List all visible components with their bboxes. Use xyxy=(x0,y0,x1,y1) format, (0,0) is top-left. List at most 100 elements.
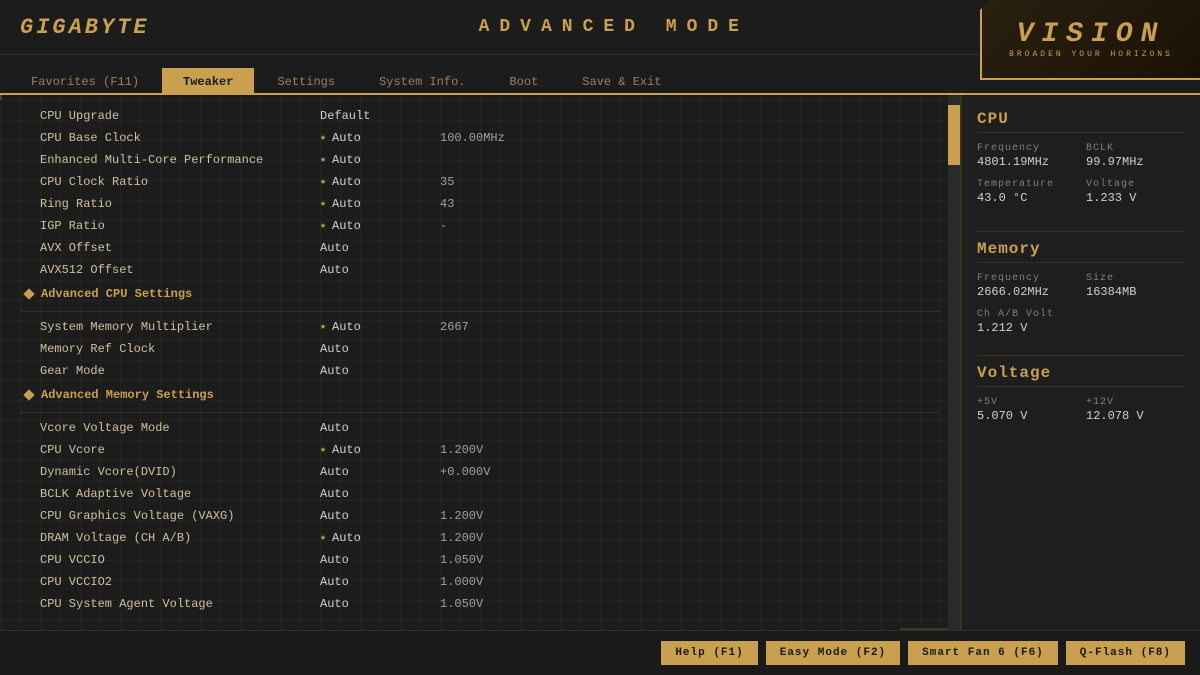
setting-extra-dvid: +0.000V xyxy=(440,465,490,479)
vision-tagline: BROADEN YOUR HORIZONS xyxy=(1009,50,1173,59)
setting-value-cpu-upgrade: Default xyxy=(320,109,440,123)
scrollbar-thumb[interactable] xyxy=(948,105,960,165)
tab-boot[interactable]: Boot xyxy=(488,68,559,95)
sidebar-cpu-freq-value: 4801.19MHz xyxy=(977,155,1076,169)
list-item[interactable]: CPU Vcore ★ Auto 1.200V xyxy=(0,439,960,461)
sidebar-divider xyxy=(977,355,1185,356)
star-icon: ★ xyxy=(320,176,326,188)
logo-area: GIGABYTE xyxy=(0,7,170,48)
star-icon: ★ xyxy=(320,532,326,544)
list-item[interactable]: CPU Upgrade Default xyxy=(0,105,960,127)
setting-label-igp-ratio: IGP Ratio xyxy=(40,219,320,233)
setting-value-dram-volt: ★ Auto xyxy=(320,531,440,545)
separator xyxy=(20,311,940,312)
help-button[interactable]: Help (F1) xyxy=(661,641,757,665)
sidebar-cpu-volt-value: 1.233 V xyxy=(1086,191,1185,205)
sidebar-cpu-bclk-label: BCLK xyxy=(1086,143,1185,154)
list-item[interactable]: AVX Offset Auto xyxy=(0,237,960,259)
tab-sysinfo[interactable]: System Info. xyxy=(358,68,486,95)
list-item[interactable]: CPU Clock Ratio ★ Auto 35 xyxy=(0,171,960,193)
tab-favorites[interactable]: Favorites (F11) xyxy=(10,68,160,95)
list-item[interactable]: Enhanced Multi-Core Performance ★ Auto xyxy=(0,149,960,171)
setting-label-sys-agent-volt: CPU System Agent Voltage xyxy=(40,597,320,611)
list-item[interactable]: Gear Mode Auto xyxy=(0,360,960,382)
sidebar-cpu-freq-label: Frequency xyxy=(977,143,1076,154)
brand-logo: GIGABYTE xyxy=(20,15,150,40)
list-item[interactable]: BCLK Adaptive Voltage Auto xyxy=(0,483,960,505)
main-content: CPU Upgrade Default CPU Base Clock ★ Aut… xyxy=(0,95,960,630)
sidebar-cpu-freq: Frequency 4801.19MHz xyxy=(977,143,1076,169)
sidebar-mem-size-value: 16384MB xyxy=(1086,285,1185,299)
tab-tweaker[interactable]: Tweaker xyxy=(162,68,254,95)
star-icon: ★ xyxy=(320,220,326,232)
sidebar-cpu-temp-label: Temperature xyxy=(977,179,1076,190)
list-item[interactable]: DRAM Voltage (CH A/B) ★ Auto 1.200V xyxy=(0,527,960,549)
setting-extra-igp-ratio: - xyxy=(440,219,447,233)
sidebar-mem-freq-value: 2666.02MHz xyxy=(977,285,1076,299)
list-item[interactable]: System Memory Multiplier ★ Auto 2667 xyxy=(0,316,960,338)
list-item[interactable]: Vcore Voltage Mode Auto xyxy=(0,417,960,439)
section-header-cpu[interactable]: Advanced CPU Settings xyxy=(0,281,960,307)
easy-mode-button[interactable]: Easy Mode (F2) xyxy=(766,641,900,665)
sidebar-cpu-temp-value: 43.0 °C xyxy=(977,191,1076,205)
sidebar-cpu-bclk-value: 99.97MHz xyxy=(1086,155,1185,169)
list-item[interactable]: IGP Ratio ★ Auto - xyxy=(0,215,960,237)
setting-label-gear-mode: Gear Mode xyxy=(40,364,320,378)
setting-label-ring-ratio: Ring Ratio xyxy=(40,197,320,211)
setting-label-dram-volt: DRAM Voltage (CH A/B) xyxy=(40,531,320,545)
setting-extra-cpu-vcore: 1.200V xyxy=(440,443,483,457)
sidebar-cpu-title: CPU xyxy=(977,110,1185,133)
list-item[interactable]: Memory Ref Clock Auto xyxy=(0,338,960,360)
setting-label-vaxg: CPU Graphics Voltage (VAXG) xyxy=(40,509,320,523)
list-item[interactable]: AVX512 Offset Auto xyxy=(0,259,960,281)
setting-label-dvid: Dynamic Vcore(DVID) xyxy=(40,465,320,479)
list-item[interactable]: CPU Base Clock ★ Auto 100.00MHz xyxy=(0,127,960,149)
tab-settings[interactable]: Settings xyxy=(256,68,356,95)
list-item[interactable]: CPU System Agent Voltage Auto 1.050V xyxy=(0,593,960,615)
setting-value-vccio2: Auto xyxy=(320,575,440,589)
sidebar-mem-freq-label: Frequency xyxy=(977,273,1076,284)
setting-label-mem-ref-clock: Memory Ref Clock xyxy=(40,342,320,356)
qflash-button[interactable]: Q-Flash (F8) xyxy=(1066,641,1185,665)
vision-brand-text: VISION xyxy=(1017,19,1166,50)
list-item[interactable]: CPU VCCIO Auto 1.050V xyxy=(0,549,960,571)
scrollbar[interactable] xyxy=(948,95,960,630)
setting-label-cpu-vcore: CPU Vcore xyxy=(40,443,320,457)
setting-extra-vccio: 1.050V xyxy=(440,553,483,567)
section-header-memory[interactable]: Advanced Memory Settings xyxy=(0,382,960,408)
list-item[interactable]: CPU Graphics Voltage (VAXG) Auto 1.200V xyxy=(0,505,960,527)
setting-extra-vccio2: 1.000V xyxy=(440,575,483,589)
section-label-memory: Advanced Memory Settings xyxy=(41,388,214,402)
sidebar-mem-freq: Frequency 2666.02MHz xyxy=(977,273,1076,299)
section-bullet-icon xyxy=(23,288,34,299)
setting-extra-vaxg: 1.200V xyxy=(440,509,483,523)
sidebar-divider xyxy=(977,231,1185,232)
setting-value-dvid: Auto xyxy=(320,465,440,479)
sidebar-mem-chvolt-value: 1.212 V xyxy=(977,321,1185,335)
list-item[interactable]: Ring Ratio ★ Auto 43 xyxy=(0,193,960,215)
setting-label-vcore-mode: Vcore Voltage Mode xyxy=(40,421,320,435)
setting-value-sys-agent-volt: Auto xyxy=(320,597,440,611)
setting-extra-mem-mult: 2667 xyxy=(440,320,469,334)
section-bullet-icon xyxy=(23,389,34,400)
setting-extra-cpu-base-clock: 100.00MHz xyxy=(440,131,505,145)
list-item[interactable]: CPU VCCIO2 Auto 1.000V xyxy=(0,571,960,593)
setting-label-enhanced-mc: Enhanced Multi-Core Performance xyxy=(40,153,320,167)
sidebar-mem-size: Size 16384MB xyxy=(1086,273,1185,299)
sidebar-voltage-title: Voltage xyxy=(977,364,1185,387)
setting-value-cpu-vcore: ★ Auto xyxy=(320,443,440,457)
setting-value-avx512-offset: Auto xyxy=(320,263,440,277)
setting-extra-dram-volt: 1.200V xyxy=(440,531,483,545)
star-icon: ★ xyxy=(320,321,326,333)
tab-save-exit[interactable]: Save & Exit xyxy=(561,68,682,95)
sidebar-volt-12v-value: 12.078 V xyxy=(1086,409,1185,423)
sidebar-mem-size-label: Size xyxy=(1086,273,1185,284)
setting-label-avx-offset: AVX Offset xyxy=(40,241,320,255)
sidebar-volt-5v-value: 5.070 V xyxy=(977,409,1076,423)
sidebar-memory-section: Memory Frequency 2666.02MHz Size 16384MB… xyxy=(977,240,1185,335)
setting-value-cpu-base-clock: ★ Auto xyxy=(320,131,440,145)
smart-fan-button[interactable]: Smart Fan 6 (F6) xyxy=(908,641,1058,665)
sidebar-volt-12v-label: +12V xyxy=(1086,397,1185,408)
list-item[interactable]: Dynamic Vcore(DVID) Auto +0.000V xyxy=(0,461,960,483)
star-icon: ★ xyxy=(320,154,326,166)
